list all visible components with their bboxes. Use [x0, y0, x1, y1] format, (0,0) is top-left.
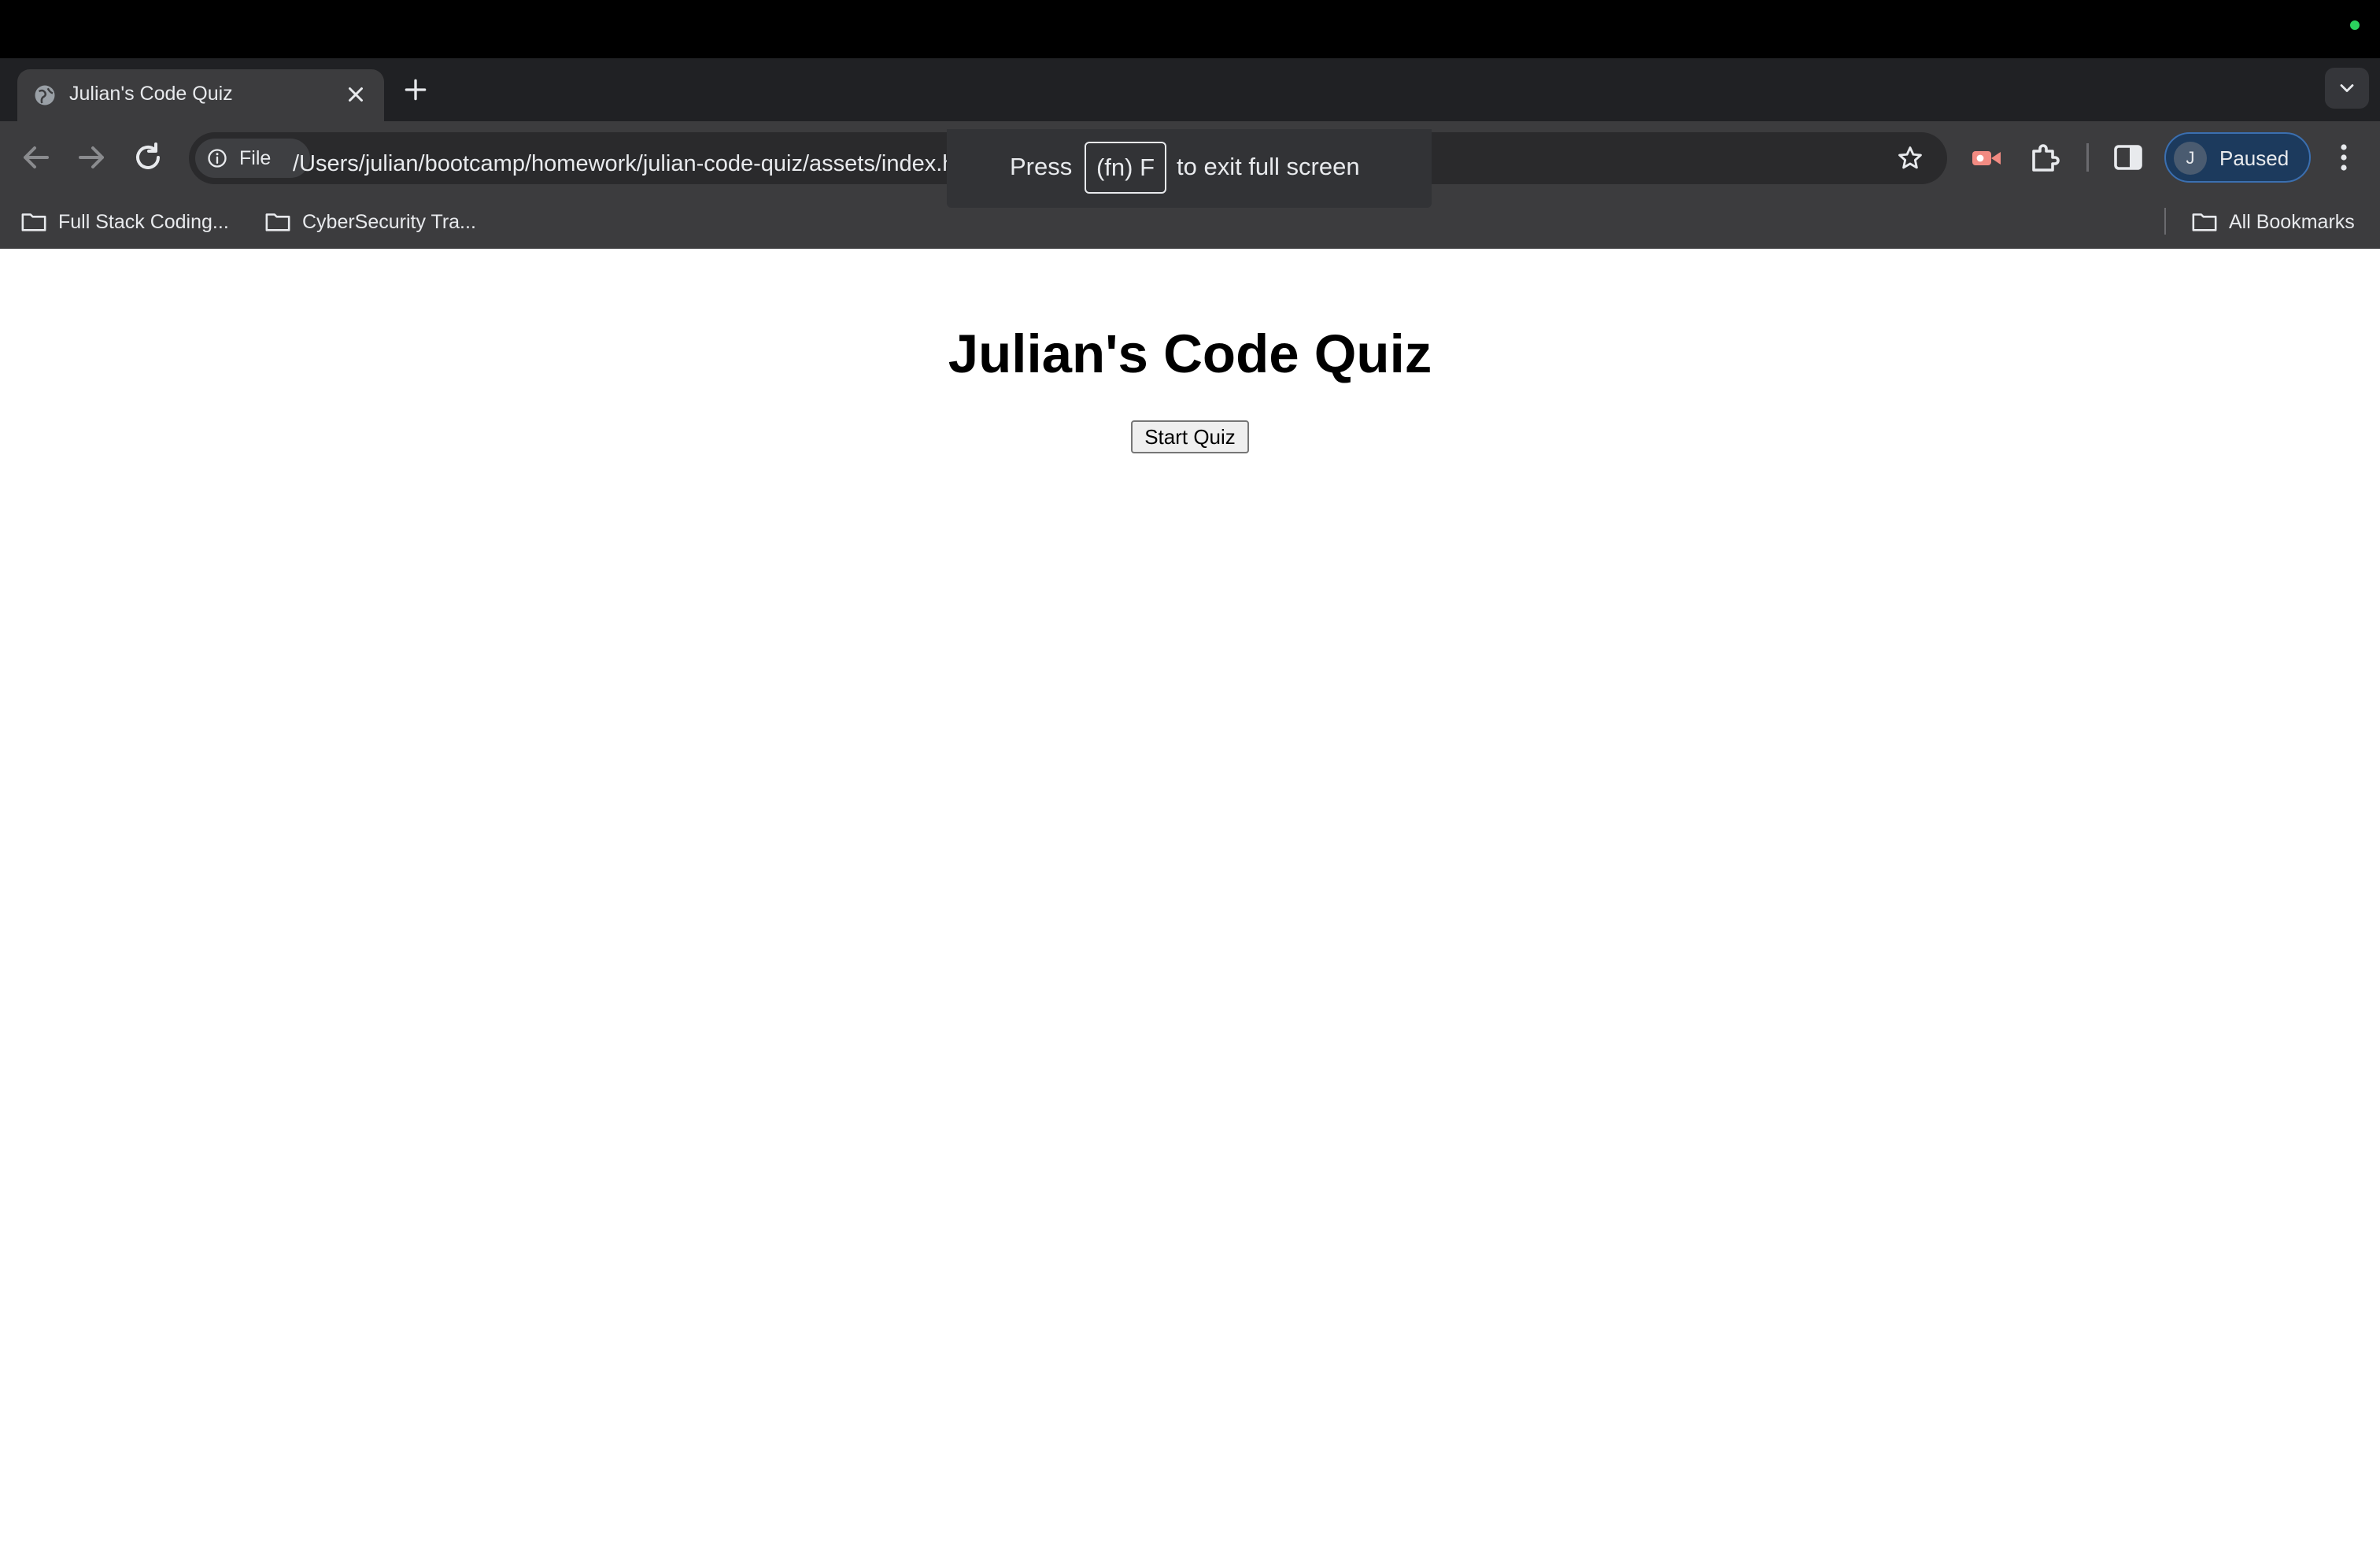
bookmark-label: CyberSecurity Tra...	[302, 211, 476, 233]
profile-button[interactable]: J Paused	[2164, 132, 2311, 183]
all-bookmarks-label: All Bookmarks	[2229, 211, 2355, 233]
profile-status: Paused	[2219, 146, 2289, 170]
bookmarks-divider	[2164, 208, 2166, 235]
reload-icon[interactable]	[129, 139, 167, 176]
page-content: Julian's Code Quiz Start Quiz	[0, 249, 2380, 1546]
fullscreen-exit-hint: Press (fn) F to exit full screen	[947, 129, 1432, 208]
tab-strip: Julian's Code Quiz	[0, 58, 2380, 121]
bookmark-label: Full Stack Coding...	[58, 211, 229, 233]
forward-arrow-icon[interactable]	[72, 139, 110, 176]
page-title: Julian's Code Quiz	[948, 324, 1432, 384]
toolbar-divider	[2086, 143, 2089, 172]
hint-rest-text: to exit full screen	[1177, 153, 1360, 180]
folder-icon	[2192, 213, 2217, 231]
folder-icon	[21, 213, 46, 231]
tab-title: Julian's Code Quiz	[69, 83, 233, 105]
chevron-down-icon	[2340, 84, 2354, 92]
globe-icon	[35, 85, 55, 105]
start-quiz-button[interactable]: Start Quiz	[1131, 420, 1249, 453]
system-bar	[0, 0, 2380, 58]
info-icon	[208, 149, 227, 168]
site-chip-label: File	[239, 147, 272, 169]
hint-key: (fn) F	[1085, 142, 1166, 194]
hint-press-text: Press	[1010, 153, 1073, 180]
camera-indicator-dot	[2350, 20, 2360, 30]
star-icon[interactable]	[1895, 143, 1925, 173]
side-panel-icon[interactable]	[2109, 139, 2147, 176]
more-vertical-icon[interactable]	[2325, 139, 2363, 176]
screen-recorder-icon[interactable]	[1968, 139, 2005, 176]
close-icon[interactable]	[342, 80, 370, 109]
tab-search-button[interactable]	[2325, 68, 2369, 109]
extensions-puzzle-icon[interactable]	[2026, 139, 2064, 176]
plus-icon[interactable]	[400, 74, 431, 105]
avatar: J	[2174, 142, 2207, 175]
active-tab[interactable]: Julian's Code Quiz	[17, 69, 384, 121]
folder-icon	[265, 213, 290, 231]
back-arrow-icon[interactable]	[17, 139, 55, 176]
